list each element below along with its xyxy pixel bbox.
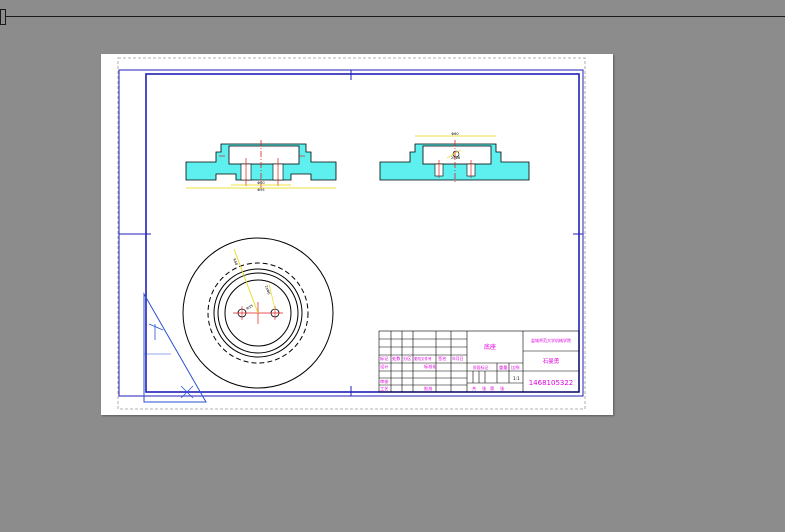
drawing-sheet[interactable]: Φ60 Φ95 Φ60 2xΦ6 R48 2xΦ6 Φ35 底座 盐城师范大学机… — [101, 54, 613, 415]
label-process: 工艺 — [380, 386, 388, 391]
hdr-change-no: 更改文件号 — [414, 356, 432, 361]
front-width-dim: Φ95 — [257, 188, 264, 192]
student-id: 1468105322 — [529, 379, 574, 387]
plan-view: R48 2xΦ6 Φ35 — [182, 237, 334, 389]
hdr-count: 处数 — [392, 355, 401, 362]
label-scale: 比例 — [511, 364, 519, 371]
label-weight: 重量 — [499, 364, 507, 371]
part-name: 底座 — [484, 343, 496, 351]
cad-drawing: Φ60 Φ95 Φ60 2xΦ6 R48 2xΦ6 Φ35 底座 盐城师范大学机… — [117, 57, 586, 410]
label-standard: 标准化 — [424, 363, 437, 370]
side-section-view: Φ60 2xΦ6 — [379, 132, 530, 184]
student-name: 石曼勇 — [543, 357, 560, 365]
label-page-unit: 张 — [500, 385, 505, 392]
school-name: 盐城师范大学机械学院 — [531, 337, 571, 343]
label-page: 第 — [490, 385, 494, 392]
orientation-triangle — [143, 292, 207, 403]
label-approve: 批准 — [424, 385, 432, 392]
front-inner-dim: Φ60 — [257, 181, 264, 185]
plan-hole-dim: 2xΦ6 — [264, 285, 271, 295]
scale-value: 1:1 — [513, 376, 520, 381]
outer-frame — [118, 69, 584, 397]
label-design: 设计 — [380, 363, 388, 370]
side-width-dim: Φ60 — [451, 132, 458, 136]
hdr-date: 年月日 — [452, 356, 464, 361]
hdr-sign: 签名 — [438, 355, 446, 362]
viewport-top-bar — [0, 0, 785, 25]
viewport-border-line — [0, 16, 785, 17]
hdr-zone: 分区 — [403, 355, 411, 362]
title-block-text: 底座 盐城师范大学机械学院 石曼勇 1468105322 标记 处数 分区 更改… — [380, 337, 573, 392]
plan-pcd-dim: Φ35 — [246, 304, 254, 311]
label-sheet-total: 共 — [472, 385, 476, 392]
label-sheet: 张 — [482, 385, 487, 392]
side-hole-dim: 2xΦ6 — [451, 156, 460, 160]
printable-area — [117, 57, 586, 410]
viewport-resize-handle[interactable] — [0, 9, 6, 25]
label-review: 审核 — [380, 378, 389, 385]
front-section-view: Φ60 Φ95 — [185, 140, 337, 192]
label-stage: 阶段标记 — [473, 365, 488, 370]
inner-frame — [145, 73, 580, 393]
hdr-mark: 标记 — [380, 355, 389, 362]
